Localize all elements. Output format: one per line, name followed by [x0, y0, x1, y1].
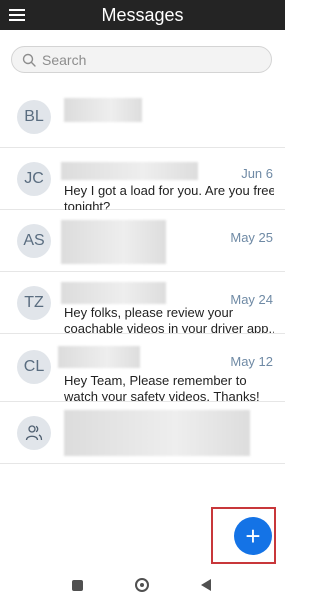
avatar: CL — [17, 350, 51, 384]
home-circle-icon[interactable] — [135, 578, 149, 592]
avatar: TZ — [17, 286, 51, 320]
search-icon — [22, 53, 36, 67]
redacted-name — [61, 282, 166, 304]
new-message-button[interactable]: + — [234, 517, 272, 555]
message-preview-line: watch your safety videos. Thanks! — [64, 389, 260, 401]
message-preview-line: Hey I got a load for you. Are you free — [64, 183, 274, 198]
conversation-item[interactable]: AS May 25 — [0, 210, 285, 272]
conversation-item[interactable]: CL May 12 Hey Team, Please remember to w… — [0, 334, 285, 402]
message-preview-line: Hey Team, Please remember to — [64, 373, 247, 388]
redacted-name — [61, 220, 166, 264]
avatar: AS — [17, 224, 51, 258]
group-icon — [25, 425, 43, 441]
conversation-item[interactable] — [0, 402, 285, 464]
message-date: May 25 — [230, 230, 273, 245]
redacted-name — [64, 410, 250, 456]
message-preview-line: tonight? — [64, 199, 111, 210]
message-preview-line: coachable videos in your driver app.... — [64, 321, 274, 333]
recents-square-icon[interactable] — [72, 580, 83, 591]
system-navigation-bar — [0, 570, 285, 603]
avatar: BL — [17, 100, 51, 134]
app-header: Messages — [0, 0, 285, 30]
message-date: May 12 — [230, 354, 273, 369]
avatar — [17, 416, 51, 450]
message-date: Jun 6 — [241, 166, 273, 181]
redacted-name — [64, 98, 142, 122]
message-preview-line: Hey folks, please review your — [64, 305, 234, 320]
conversation-item[interactable]: JC Jun 6 Hey I got a load for you. Are y… — [0, 148, 285, 210]
avatar: JC — [17, 162, 51, 196]
back-triangle-icon[interactable] — [201, 579, 211, 591]
redacted-name — [58, 346, 140, 368]
conversation-item[interactable]: TZ May 24 Hey folks, please review your … — [0, 272, 285, 334]
page-title: Messages — [101, 5, 184, 25]
conversation-item[interactable]: BL — [0, 86, 285, 148]
search-input[interactable] — [42, 50, 257, 69]
search-bar[interactable] — [11, 46, 272, 73]
redacted-name — [61, 162, 198, 180]
